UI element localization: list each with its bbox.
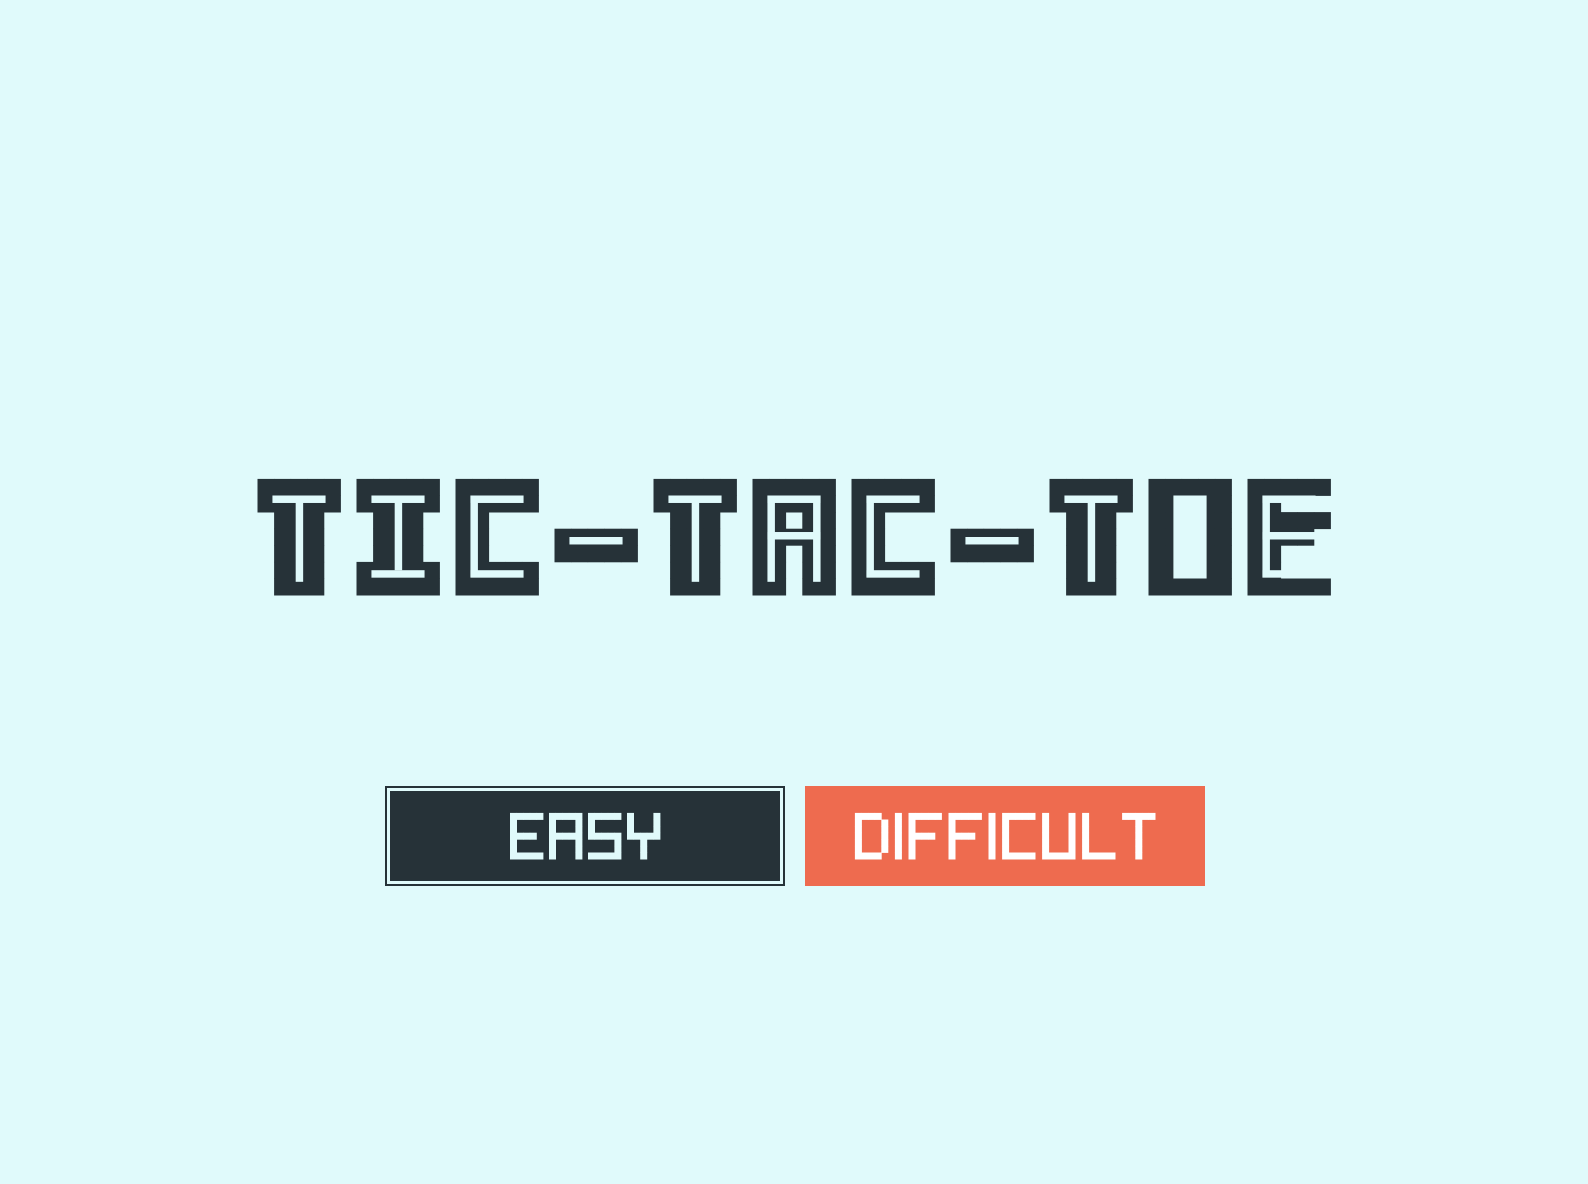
title-char-7 bbox=[950, 528, 1034, 563]
title-hollow-7 bbox=[965, 537, 1019, 545]
title-hollow-9 bbox=[1173, 495, 1207, 579]
difficult-label-char-0 bbox=[854, 812, 889, 860]
difficult-button-glyphs bbox=[854, 812, 1156, 860]
difficult-label-char-2 bbox=[908, 812, 942, 860]
easy-label-char-0 bbox=[510, 812, 544, 860]
easy-button-glyphs bbox=[510, 812, 661, 860]
easy-button[interactable]: EASY bbox=[385, 786, 785, 886]
easy-label-char-2 bbox=[588, 812, 622, 860]
easy-label-char-3 bbox=[627, 812, 661, 860]
easy-button-face[interactable]: EASY bbox=[390, 791, 780, 881]
difficult-label-char-7 bbox=[1082, 812, 1116, 860]
difficult-label-char-6 bbox=[1042, 812, 1076, 860]
game-title: TIC-TAC-TOE bbox=[0, 472, 1588, 602]
difficult-label-char-5 bbox=[1002, 812, 1036, 860]
difficult-label-char-1 bbox=[894, 812, 902, 860]
title-char-3 bbox=[554, 528, 638, 563]
difficult-button[interactable]: DIFFICULT bbox=[805, 786, 1205, 886]
difficult-label-char-3 bbox=[948, 812, 982, 860]
title-hollow-3 bbox=[569, 537, 623, 545]
difficult-label-char-8 bbox=[1122, 812, 1156, 860]
game-title-glyphs bbox=[257, 478, 1331, 596]
difficult-label-char-4 bbox=[988, 812, 996, 860]
easy-label-char-1 bbox=[549, 812, 583, 860]
